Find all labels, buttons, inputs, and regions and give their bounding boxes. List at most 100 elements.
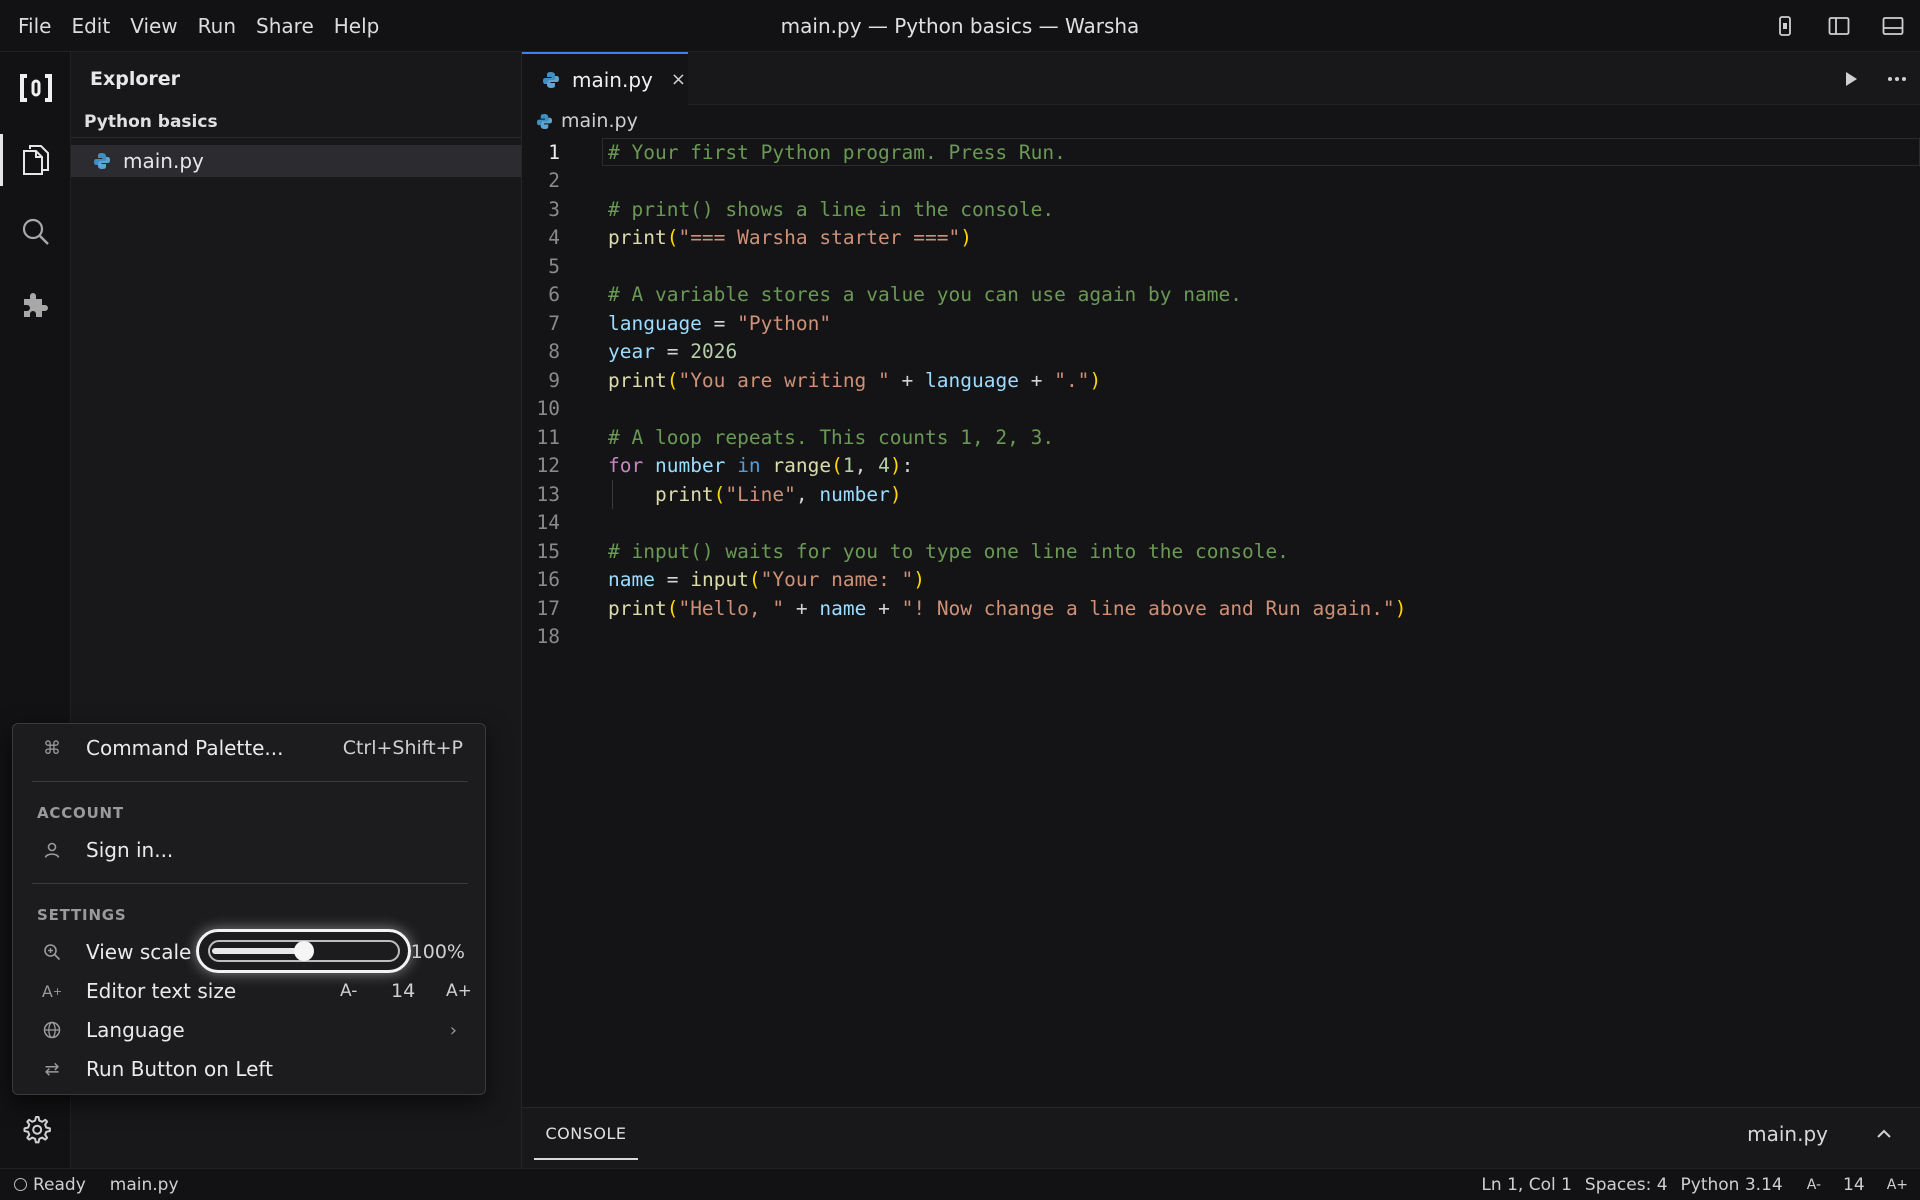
menu-divider xyxy=(32,883,468,884)
code-text: name = input("Your name: ") xyxy=(608,568,926,592)
menu-item-language[interactable]: Language › xyxy=(13,1012,487,1048)
code-line[interactable]: 11 # A loop repeats. This counts 1, 2, 3. xyxy=(522,423,1920,452)
code-line[interactable]: 5 xyxy=(522,252,1920,281)
line-number: 14 xyxy=(536,511,560,535)
code-text: language = "Python" xyxy=(608,311,832,335)
menu-item-run-button-left[interactable]: ⇄ Run Button on Left xyxy=(13,1051,487,1087)
swap-icon: ⇄ xyxy=(44,1058,60,1080)
status-font-increase[interactable]: A+ xyxy=(1887,1177,1908,1193)
code-text: for number in range(1, 4): xyxy=(608,454,914,478)
code-line[interactable]: 13 print("Line", number) xyxy=(522,480,1920,509)
status-language[interactable]: Python 3.14 xyxy=(1681,1175,1783,1195)
text-size-value: 14 xyxy=(391,980,416,1002)
status-indentation[interactable]: Spaces: 4 xyxy=(1585,1175,1668,1195)
line-number: 17 xyxy=(536,596,560,620)
menu-item-editor-text-size: A + Editor text size A- 14 A+ xyxy=(13,973,487,1009)
code-line[interactable]: 16 name = input("Your name: ") xyxy=(522,566,1920,595)
code-line[interactable]: 18 xyxy=(522,623,1920,652)
breadcrumb-file[interactable]: main.py xyxy=(561,110,638,132)
command-palette-shortcut: Ctrl+Shift+P xyxy=(342,737,463,759)
text-size-decrease-button[interactable]: A- xyxy=(340,981,357,1001)
extensions-icon xyxy=(23,293,48,317)
breadcrumb: main.py xyxy=(522,105,1920,137)
code-line[interactable]: 14 xyxy=(522,509,1920,538)
search-icon xyxy=(22,218,49,245)
code-line[interactable]: 1 # Your first Python program. Press Run. xyxy=(522,138,1920,167)
activity-search[interactable] xyxy=(0,196,71,268)
code-line[interactable]: 8 year = 2026 xyxy=(522,338,1920,367)
tab-console[interactable]: CONSOLE xyxy=(534,1108,638,1160)
line-number: 3 xyxy=(548,197,560,221)
file-item-main-py[interactable]: main.py xyxy=(71,145,521,177)
line-number: 1 xyxy=(548,140,560,164)
line-number: 8 xyxy=(548,340,560,364)
menu-help[interactable]: Help xyxy=(324,0,390,52)
code-line[interactable]: 10 xyxy=(522,395,1920,424)
settings-section-header: SETTINGS xyxy=(37,906,127,924)
code-text: # print() shows a line in the console. xyxy=(608,197,1055,221)
activity-explorer[interactable] xyxy=(0,124,71,196)
code-line[interactable]: 9 print("You are writing " + language + "… xyxy=(522,366,1920,395)
gear-icon xyxy=(23,1116,51,1144)
title-bar: File Edit View Run Share Help main.py — … xyxy=(0,0,1920,52)
python-file-icon xyxy=(543,71,559,88)
code-line[interactable]: 17 print("Hello, " + name + "! Now change… xyxy=(522,594,1920,623)
language-label: Language xyxy=(86,1018,185,1042)
globe-icon xyxy=(41,1019,63,1041)
device-toggle-button[interactable] xyxy=(1758,0,1812,52)
toggle-panel-button[interactable] xyxy=(1866,0,1920,52)
tab-main-py[interactable]: main.py × xyxy=(522,52,688,105)
view-scale-slider-focus xyxy=(196,929,411,973)
files-icon xyxy=(22,145,49,175)
line-number: 10 xyxy=(536,397,560,421)
title-actions xyxy=(1758,0,1920,52)
code-editor[interactable]: 1 # Your first Python program. Press Run.… xyxy=(522,138,1920,651)
menu-item-command-palette[interactable]: ⌘ Command Palette... Ctrl+Shift+P xyxy=(13,730,487,766)
text-size-icon: A + xyxy=(41,981,63,1001)
more-icon xyxy=(1888,76,1906,81)
slider-fill xyxy=(211,948,304,954)
settings-gear-button[interactable] xyxy=(0,1100,71,1160)
menu-edit[interactable]: Edit xyxy=(61,0,120,52)
editor-area: main.py × main.py 1 # Your first Python p… xyxy=(522,52,1920,1107)
view-scale-label: View scale xyxy=(86,940,192,964)
activity-extensions[interactable] xyxy=(0,268,71,340)
code-line[interactable]: 15 # input() waits for you to type one li… xyxy=(522,537,1920,566)
tab-close-button[interactable]: × xyxy=(671,69,686,90)
line-number: 18 xyxy=(536,625,560,649)
code-text: # input() waits for you to type one line… xyxy=(608,539,1289,563)
status-bar: Ready main.py Ln 1, Col 1 Spaces: 4 Pyth… xyxy=(0,1168,1920,1200)
menu-run[interactable]: Run xyxy=(188,0,246,52)
toggle-sidebar-button[interactable] xyxy=(1812,0,1866,52)
tab-label: main.py xyxy=(572,67,653,92)
code-line[interactable]: 6 # A variable stores a value you can use… xyxy=(522,281,1920,310)
menu-file[interactable]: File xyxy=(8,0,61,52)
slider-thumb[interactable] xyxy=(293,941,314,961)
run-button[interactable] xyxy=(1828,52,1874,105)
text-size-increase-button[interactable]: A+ xyxy=(446,981,472,1001)
device-icon xyxy=(1779,16,1791,36)
user-icon xyxy=(41,839,63,861)
code-line[interactable]: 7 language = "Python" xyxy=(522,309,1920,338)
status-cursor-position[interactable]: Ln 1, Col 1 xyxy=(1481,1175,1572,1195)
zoom-icon xyxy=(41,941,63,963)
status-ready: Ready xyxy=(33,1174,86,1195)
menu-view[interactable]: View xyxy=(120,0,187,52)
folder-label[interactable]: Python basics xyxy=(71,106,521,138)
console-expand-button[interactable] xyxy=(1870,1120,1898,1148)
code-line[interactable]: 4 print("=== Warsha starter ===") xyxy=(522,224,1920,253)
app-logo[interactable] xyxy=(0,52,71,124)
menu-item-sign-in[interactable]: Sign in... xyxy=(13,832,487,868)
play-icon xyxy=(1846,71,1857,86)
line-number: 16 xyxy=(536,568,560,592)
more-actions-button[interactable] xyxy=(1874,52,1920,105)
code-line[interactable]: 2 xyxy=(522,167,1920,196)
code-line[interactable]: 12 for number in range(1, 4): xyxy=(522,452,1920,481)
status-font-decrease[interactable]: A- xyxy=(1807,1177,1821,1193)
settings-popup-menu: ⌘ Command Palette... Ctrl+Shift+P ACCOUN… xyxy=(12,723,486,1095)
view-scale-slider[interactable] xyxy=(207,940,400,962)
current-line-highlight xyxy=(602,138,1920,166)
code-line[interactable]: 3 # print() shows a line in the console. xyxy=(522,195,1920,224)
editor-text-size-label: Editor text size xyxy=(86,979,237,1003)
menu-share[interactable]: Share xyxy=(246,0,324,52)
